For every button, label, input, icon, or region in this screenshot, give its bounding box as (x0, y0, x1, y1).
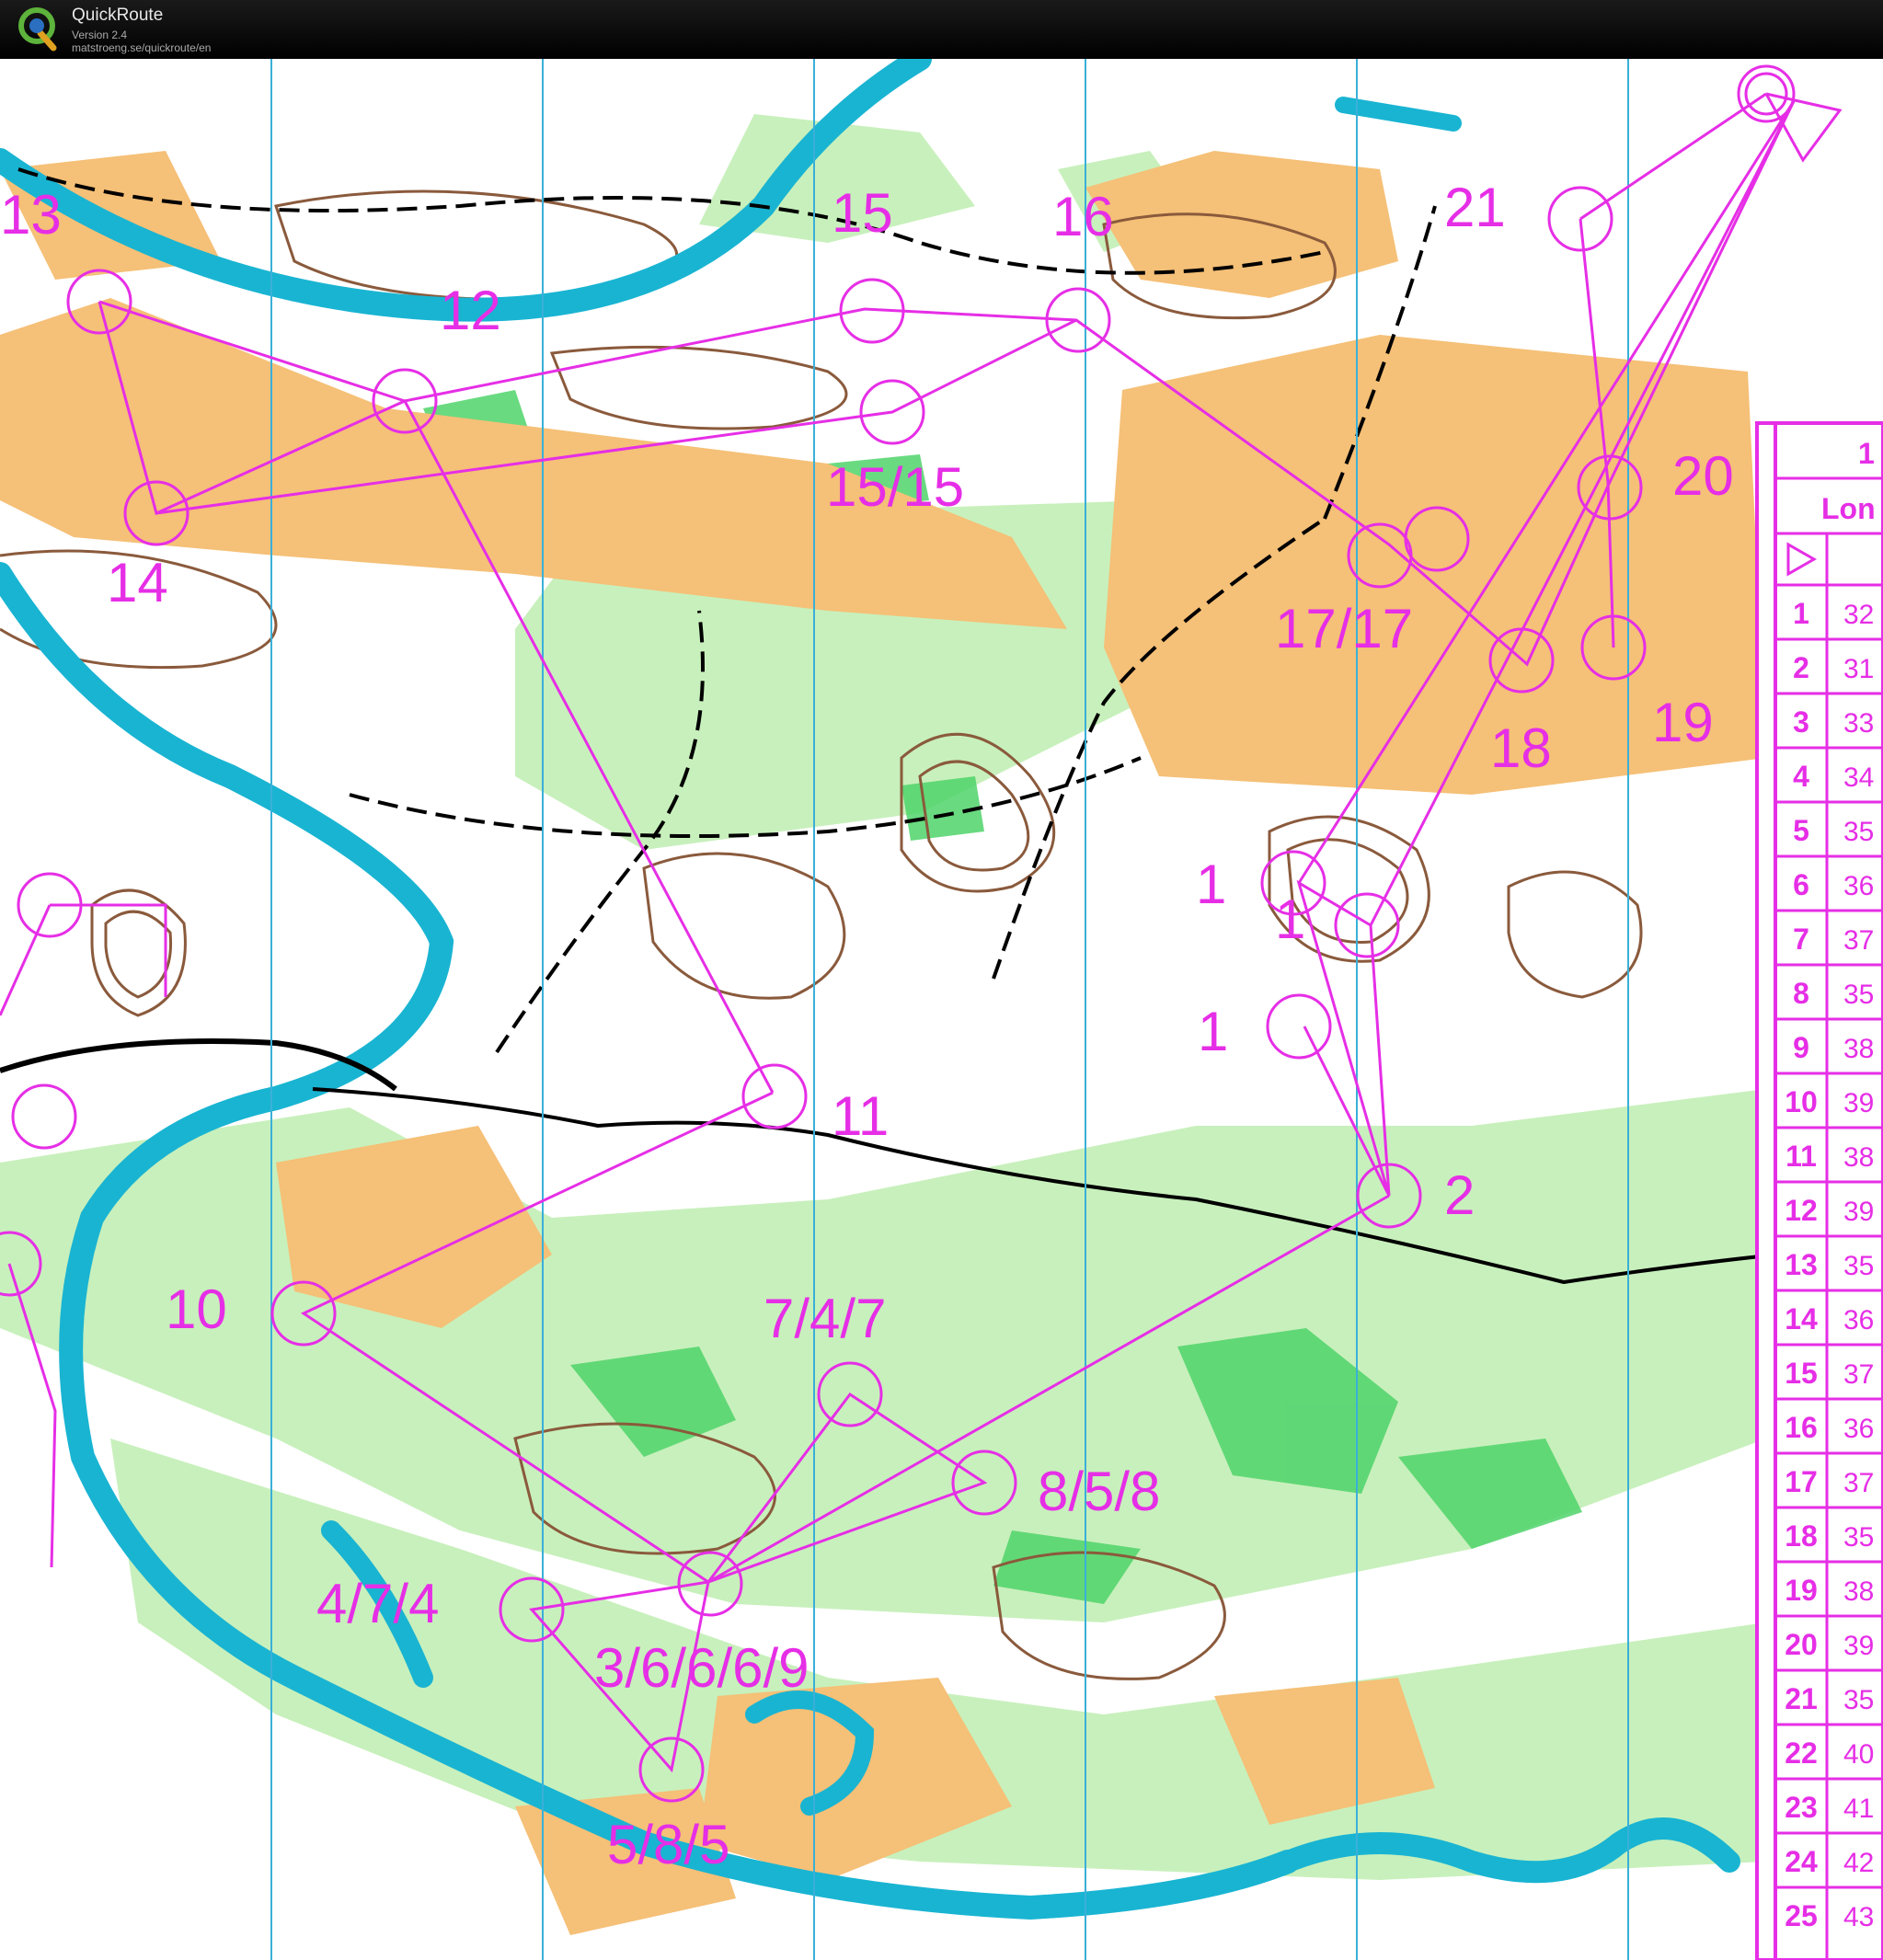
control-code: 35 (1843, 1685, 1874, 1715)
control-label: 3/6/6/6/9 (594, 1637, 809, 1699)
control-code: 31 (1843, 654, 1874, 684)
control-number: 23 (1785, 1791, 1818, 1824)
control-number: 16 (1785, 1411, 1818, 1444)
control-code: 37 (1843, 1359, 1874, 1390)
control-label: 1 (1196, 854, 1226, 915)
orienteering-map[interactable]: 13 15 16 21 12 15/15 20 14 17/17 18 19 1… (0, 59, 1883, 1960)
control-label: 14 (107, 552, 168, 613)
control-code: 34 (1843, 762, 1874, 793)
control-label: 4/7/4 (316, 1573, 439, 1634)
control-label: 7/4/7 (764, 1288, 886, 1349)
control-label: 1 (1198, 1001, 1228, 1062)
control-number: 14 (1785, 1302, 1818, 1335)
control-number: 8 (1793, 977, 1809, 1010)
control-code: 35 (1843, 1522, 1874, 1553)
control-label: 5/8/5 (607, 1814, 729, 1875)
control-code: 40 (1843, 1739, 1874, 1770)
control-code: 35 (1843, 1251, 1874, 1281)
control-label: 12 (440, 280, 501, 341)
control-label: 8/5/8 (1038, 1461, 1160, 1522)
control-code: 43 (1843, 1902, 1874, 1932)
control-label: 20 (1672, 445, 1734, 507)
control-label: 19 (1652, 692, 1714, 753)
control-label: 15 (832, 182, 893, 244)
app-version: Version 2.4 (72, 29, 128, 41)
description-course-name: Lon (1821, 492, 1876, 525)
control-number: 20 (1785, 1628, 1818, 1661)
app-name: QuickRoute (72, 6, 164, 25)
control-description-sheet: 1 Lon 1 322 313 334 345 356 367 378 359 3810 3911 3… (1755, 421, 1883, 1960)
control-code: 35 (1843, 980, 1874, 1010)
description-header-top: 1 (1858, 437, 1875, 470)
control-code: 38 (1843, 1142, 1874, 1173)
control-number: 4 (1793, 760, 1809, 793)
control-code: 35 (1843, 817, 1874, 847)
control-label: 1 (1275, 888, 1305, 950)
control-number: 11 (1785, 1140, 1817, 1173)
control-number: 18 (1785, 1519, 1818, 1553)
control-label: 18 (1490, 717, 1552, 779)
control-code: 36 (1843, 1305, 1874, 1335)
control-code: 39 (1843, 1631, 1874, 1661)
control-label: 21 (1444, 177, 1506, 238)
control-number: 7 (1793, 923, 1809, 956)
control-number: 5 (1793, 814, 1809, 847)
control-code: 36 (1843, 1414, 1874, 1444)
control-number: 19 (1785, 1574, 1818, 1607)
control-number: 21 (1785, 1682, 1818, 1715)
control-number: 10 (1785, 1085, 1818, 1118)
control-code: 36 (1843, 871, 1874, 901)
control-label: 15/15 (826, 456, 964, 518)
control-code: 39 (1843, 1088, 1874, 1118)
control-code: 39 (1843, 1197, 1874, 1227)
control-code: 42 (1843, 1848, 1874, 1878)
quickroute-logo-icon (18, 7, 57, 52)
control-number: 13 (1785, 1248, 1818, 1281)
control-label: 17/17 (1275, 598, 1413, 659)
control-number: 17 (1785, 1465, 1818, 1498)
app-url: matstroeng.se/quickroute/en (72, 41, 212, 54)
control-code: 41 (1843, 1794, 1874, 1824)
control-code: 32 (1843, 600, 1874, 630)
title-bar: QuickRoute Version 2.4 matstroeng.se/qui… (0, 0, 1883, 59)
control-number: 6 (1793, 868, 1809, 901)
control-label: 13 (0, 184, 62, 246)
control-number: 25 (1785, 1899, 1818, 1932)
control-code: 37 (1843, 925, 1874, 956)
control-label: 16 (1052, 186, 1114, 247)
control-number: 3 (1793, 705, 1809, 739)
control-number: 9 (1793, 1031, 1809, 1064)
control-number: 15 (1785, 1357, 1818, 1390)
control-number: 12 (1785, 1194, 1818, 1227)
control-number: 1 (1793, 597, 1809, 630)
control-number: 2 (1793, 651, 1809, 684)
control-code: 38 (1843, 1576, 1874, 1607)
control-code: 37 (1843, 1468, 1874, 1498)
control-number: 24 (1785, 1845, 1818, 1878)
control-code: 38 (1843, 1034, 1874, 1064)
control-label: 11 (832, 1085, 889, 1147)
control-number: 22 (1785, 1736, 1818, 1770)
control-label: 2 (1444, 1164, 1475, 1226)
control-label: 10 (166, 1278, 227, 1340)
control-code: 33 (1843, 708, 1874, 739)
